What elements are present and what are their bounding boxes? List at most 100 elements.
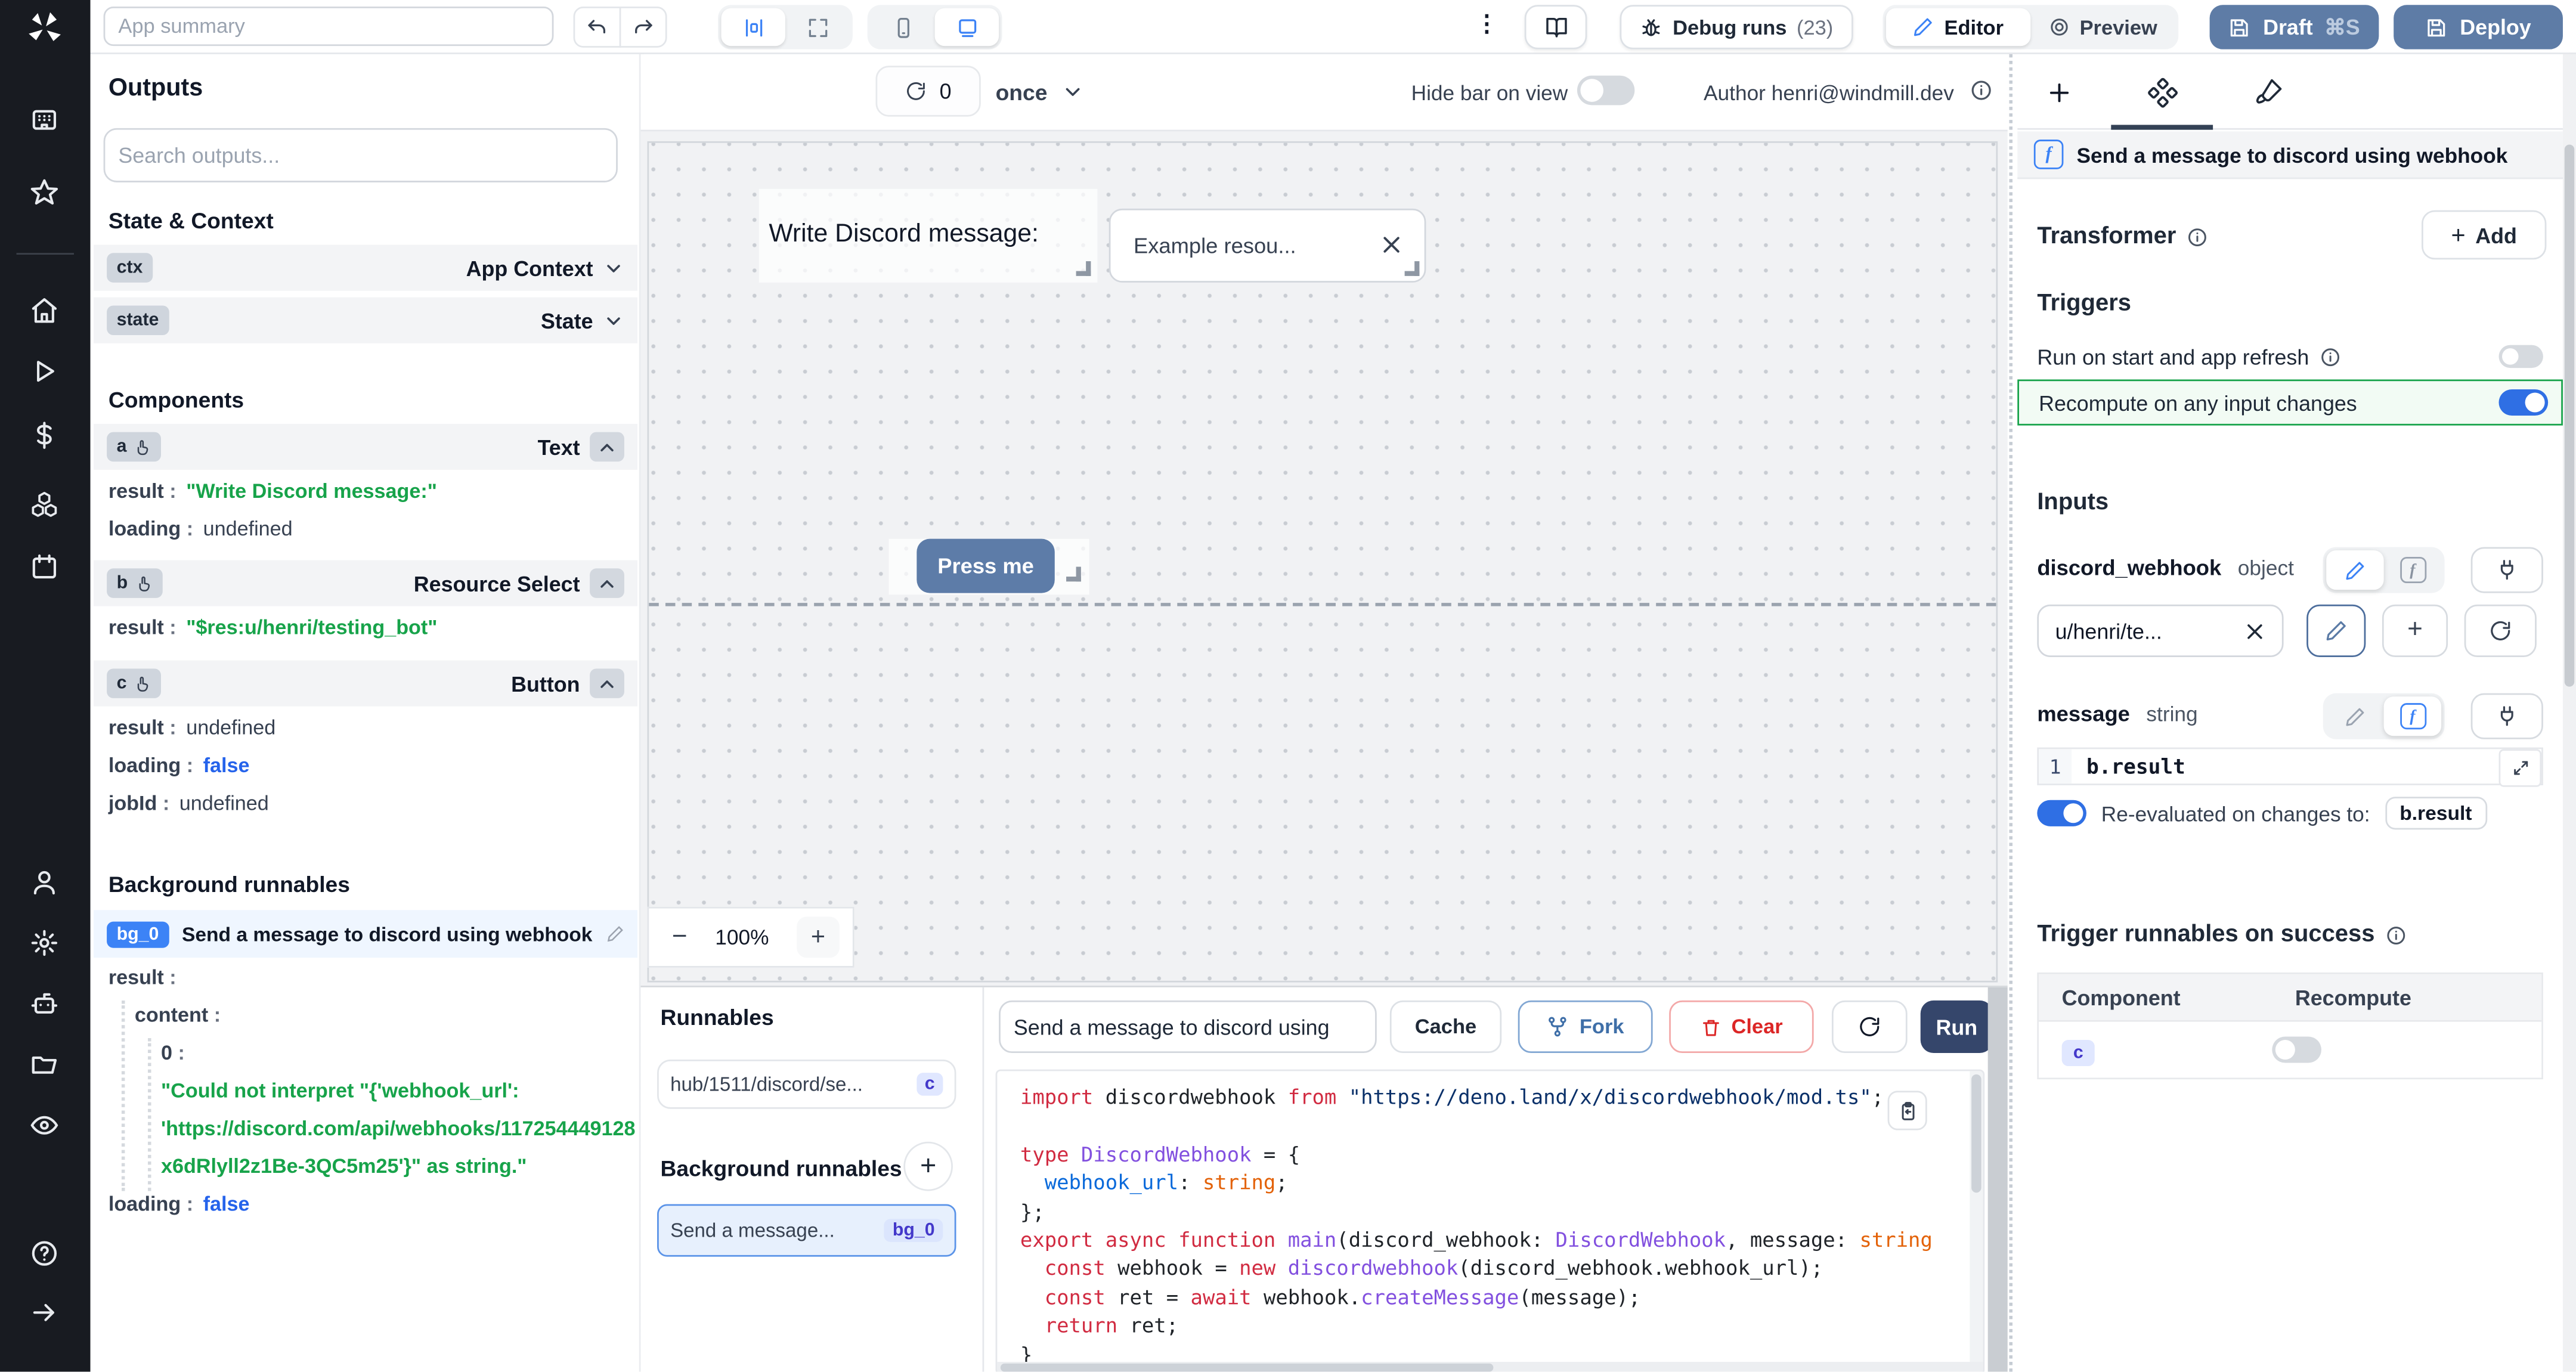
- copy-code-button[interactable]: [1888, 1091, 1927, 1130]
- reeval-target-chip[interactable]: b.result: [2385, 797, 2487, 829]
- field1-resource-select[interactable]: u/henri/te...: [2037, 605, 2283, 657]
- info-icon[interactable]: [1970, 79, 1993, 102]
- component-row-c[interactable]: c Button: [94, 661, 637, 707]
- resources-boxes-icon[interactable]: [30, 490, 60, 519]
- row-recompute-toggle[interactable]: [2272, 1036, 2321, 1063]
- field1-add-resource-button[interactable]: +: [2382, 605, 2448, 657]
- fullscreen-mode-button[interactable]: [785, 8, 849, 46]
- canvas-height-boundary[interactable]: [649, 603, 1996, 606]
- recompute-toggle[interactable]: [2499, 389, 2549, 416]
- align-mode-button[interactable]: [721, 8, 785, 46]
- audit-eye-icon[interactable]: [30, 1110, 60, 1140]
- tab-preview[interactable]: Preview: [2030, 8, 2175, 46]
- resize-grip[interactable]: [1076, 261, 1091, 276]
- hide-bar-toggle[interactable]: [1577, 76, 1634, 106]
- clear-x-icon[interactable]: [1380, 233, 1403, 256]
- bg-content-key[interactable]: content: [135, 1004, 221, 1027]
- search-outputs-input[interactable]: [104, 128, 618, 182]
- eval-mode-f-button[interactable]: f: [2384, 550, 2441, 590]
- bottom-panel-scrollbar[interactable]: [1988, 987, 2008, 1372]
- app-summary-input[interactable]: [104, 7, 554, 46]
- zoom-out-button[interactable]: −: [672, 922, 688, 952]
- settings-gear-icon[interactable]: [30, 928, 60, 958]
- tab-styling-brush[interactable]: [2254, 77, 2284, 107]
- expand-editor-button[interactable]: [2499, 749, 2542, 786]
- refresh-code-button[interactable]: [1832, 1001, 1908, 1053]
- eval-mode-f-button[interactable]: f: [2384, 696, 2441, 736]
- tab-component-settings[interactable]: [2147, 77, 2178, 108]
- runs-play-icon[interactable]: [30, 357, 60, 386]
- deploy-button[interactable]: Deploy: [2394, 5, 2563, 49]
- collapse-chevron-up[interactable]: [590, 668, 624, 698]
- favorites-star-icon[interactable]: [30, 178, 60, 207]
- zoom-in-button[interactable]: +: [797, 916, 840, 958]
- resize-grip[interactable]: [1405, 261, 1420, 276]
- field1-connect-plug-button[interactable]: [2471, 547, 2543, 593]
- component-row-b[interactable]: b Resource Select: [94, 560, 637, 606]
- field2-connect-plug-button[interactable]: [2471, 693, 2543, 739]
- static-mode-pencil-button[interactable]: [2326, 696, 2383, 736]
- component-row-a[interactable]: a Text: [94, 424, 637, 470]
- schedule-dropdown[interactable]: once: [996, 67, 1083, 117]
- field1-refresh-button[interactable]: [2464, 605, 2537, 657]
- code-hscrollbar[interactable]: [997, 1362, 1983, 1372]
- add-transformer-button[interactable]: +Add: [2422, 210, 2546, 260]
- debug-runs-button[interactable]: Debug runs (23): [1620, 5, 1853, 49]
- scrollbar-thumb[interactable]: [2565, 144, 2575, 686]
- workspace-icon[interactable]: [30, 105, 60, 135]
- press-me-button[interactable]: Press me: [917, 539, 1054, 593]
- code-vscrollbar[interactable]: [1970, 1071, 1983, 1372]
- info-icon[interactable]: [2319, 346, 2340, 367]
- workers-bot-icon[interactable]: [30, 989, 60, 1019]
- run-on-start-toggle[interactable]: [2499, 345, 2543, 368]
- run-button[interactable]: Run: [1921, 1001, 1993, 1053]
- text-component[interactable]: Write Discord message:: [759, 189, 1098, 283]
- bg-index-key[interactable]: 0: [161, 1042, 185, 1065]
- static-mode-pencil-button[interactable]: [2326, 550, 2383, 590]
- collapse-chevron-up[interactable]: [590, 568, 624, 598]
- info-icon[interactable]: [2385, 924, 2406, 946]
- edit-pencil-icon[interactable]: [606, 925, 624, 943]
- runnable-item-bg0-selected[interactable]: Send a message... bg_0: [657, 1204, 956, 1256]
- refresh-count-button[interactable]: 0: [875, 66, 980, 116]
- bg-result-key[interactable]: result: [109, 966, 177, 989]
- more-menu-kebab-icon[interactable]: ⋮: [1475, 10, 1500, 38]
- app-canvas[interactable]: Write Discord message: Example resou... …: [640, 131, 2007, 986]
- clear-x-icon[interactable]: [2244, 620, 2265, 642]
- schedules-calendar-icon[interactable]: [30, 552, 60, 582]
- collapse-chevron-up[interactable]: [590, 432, 624, 462]
- page-scrollbar[interactable]: [2563, 54, 2576, 1372]
- runnable-item-hub[interactable]: hub/1511/discord/se... c: [657, 1060, 956, 1109]
- message-expr-editor[interactable]: 1 b.result: [2037, 748, 2543, 785]
- docs-book-button[interactable]: [1525, 5, 1587, 49]
- add-bg-runnable-button[interactable]: +: [903, 1142, 953, 1191]
- redo-button[interactable]: [621, 17, 665, 38]
- panel-splitter-right[interactable]: [2009, 54, 2012, 1372]
- output-row-state[interactable]: state State: [94, 298, 637, 343]
- output-row-ctx[interactable]: ctx App Context: [94, 245, 637, 291]
- undo-button[interactable]: [575, 17, 619, 38]
- info-icon[interactable]: [2186, 226, 2207, 247]
- folders-icon[interactable]: [30, 1050, 60, 1080]
- resource-select-component[interactable]: Example resou...: [1109, 209, 1426, 283]
- reeval-toggle[interactable]: [2037, 800, 2086, 826]
- tab-insert-component[interactable]: [2045, 79, 2073, 107]
- runnable-name-input[interactable]: [999, 1001, 1377, 1053]
- help-icon[interactable]: [30, 1238, 60, 1268]
- desktop-view-button[interactable]: [935, 8, 999, 46]
- mobile-view-button[interactable]: [871, 8, 934, 46]
- variables-dollar-icon[interactable]: [30, 420, 60, 450]
- windmill-logo-icon[interactable]: [24, 8, 64, 48]
- field1-edit-pencil-button[interactable]: [2306, 605, 2366, 657]
- code-editor[interactable]: import discordwebhook from "https://deno…: [996, 1070, 1985, 1372]
- users-person-icon[interactable]: [30, 868, 60, 897]
- home-icon[interactable]: [30, 296, 60, 326]
- tab-editor[interactable]: Editor: [1886, 8, 2030, 46]
- cache-button[interactable]: Cache: [1390, 1001, 1501, 1053]
- fork-button[interactable]: Fork: [1518, 1001, 1653, 1053]
- resize-grip[interactable]: [1066, 567, 1081, 582]
- bg-runnable-row[interactable]: bg_0 Send a message to discord using web…: [94, 910, 637, 958]
- clear-button[interactable]: Clear: [1669, 1001, 1813, 1053]
- draft-save-button[interactable]: Draft ⌘S: [2210, 5, 2379, 49]
- collapse-arrow-icon[interactable]: [30, 1298, 60, 1328]
